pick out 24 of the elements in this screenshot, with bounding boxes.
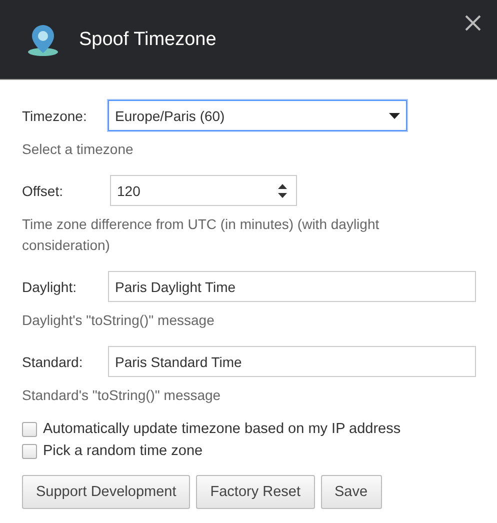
checkbox[interactable] xyxy=(22,444,37,458)
checkbox[interactable] xyxy=(22,422,37,436)
action-button[interactable]: Save xyxy=(320,475,382,509)
dropdown-caret-icon xyxy=(389,112,400,118)
number-field[interactable]: 120 xyxy=(110,175,297,206)
text-field[interactable]: Paris Standard Time xyxy=(108,346,476,377)
action-button[interactable]: Support Development xyxy=(22,475,190,509)
spinner-arrows-icon[interactable] xyxy=(278,184,287,198)
field-hint: Daylight's "toString()" message xyxy=(22,311,216,330)
location-pin-icon xyxy=(27,22,59,56)
field-label: Timezone: xyxy=(22,108,88,124)
field-hint: Select a timezone xyxy=(22,140,134,159)
text-field[interactable]: Paris Daylight Time xyxy=(108,271,476,302)
field-hint: Standard's "toString()" message xyxy=(22,386,222,405)
field-label: Standard: xyxy=(22,354,84,370)
close-icon[interactable] xyxy=(465,15,481,31)
checkbox-label: Pick a random time zone xyxy=(43,443,203,459)
field-hint: Time zone difference from UTC (in minutes) (with daylight consideration) xyxy=(22,215,380,255)
checkbox-label: Automatically update timezone based on my IP address xyxy=(43,421,401,437)
field-label: Offset: xyxy=(22,182,64,198)
window-title: Spoof Timezone xyxy=(79,28,216,50)
field-label: Daylight: xyxy=(22,278,78,294)
action-button[interactable]: Factory Reset xyxy=(196,475,314,509)
timezone-dropdown[interactable]: Europe/Paris (60) xyxy=(108,100,407,131)
